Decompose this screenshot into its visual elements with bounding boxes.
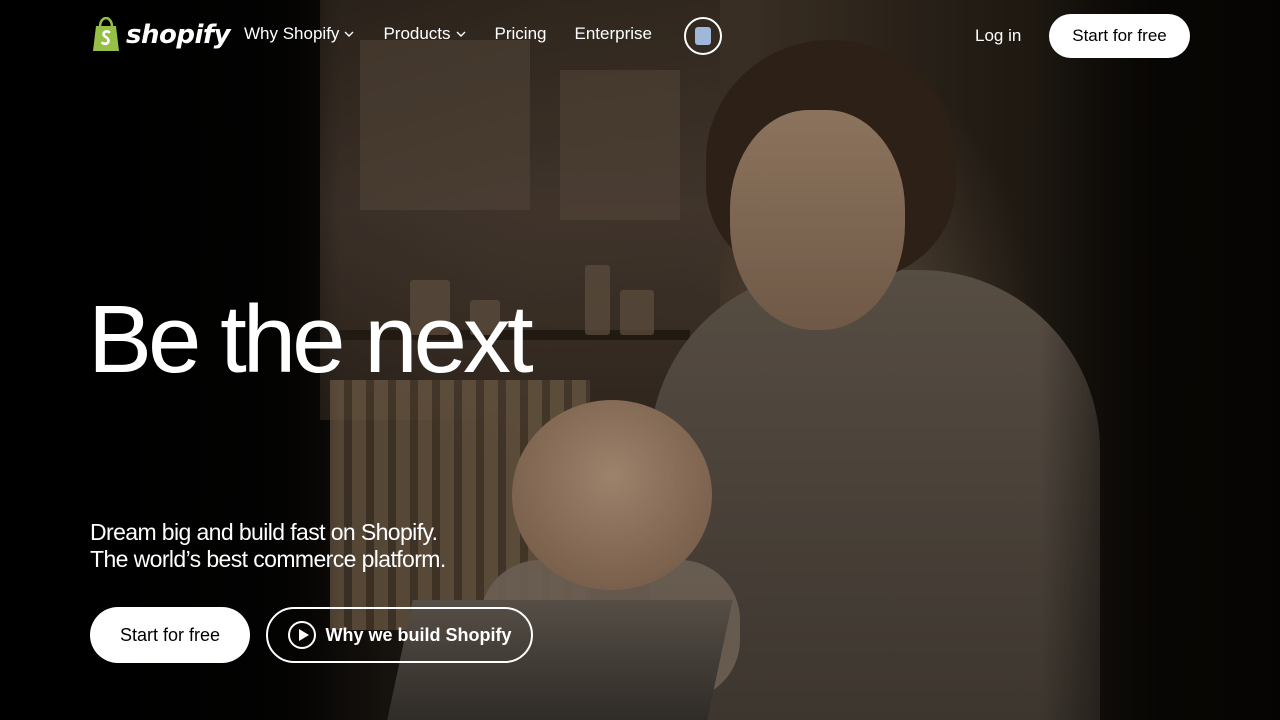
hero-subline-2: The world’s best commerce platform.	[90, 546, 446, 572]
hero-headline: Be the next	[88, 286, 534, 393]
why-we-build-video-button[interactable]: Why we build Shopify	[266, 607, 533, 663]
chevron-down-icon	[456, 31, 466, 37]
nav-item-products[interactable]: Products	[383, 24, 466, 44]
why-we-build-label: Why we build Shopify	[325, 624, 512, 645]
shopify-bag-icon	[93, 17, 119, 51]
login-link[interactable]: Log in	[975, 26, 1021, 46]
nav-item-enterprise[interactable]: Enterprise	[575, 24, 652, 44]
hero-subline: Dream big and build fast on Shopify. The…	[90, 519, 446, 573]
nav-item-pricing[interactable]: Pricing	[495, 24, 547, 44]
nav-item-label: Enterprise	[574, 24, 652, 43]
logo-wordmark: shopify	[126, 20, 231, 50]
nav-item-label: Products	[383, 24, 451, 43]
nav-item-label: Why Shopify	[244, 24, 340, 43]
nav-item-label: Pricing	[494, 24, 547, 43]
shopify-logo[interactable]: shopify	[90, 17, 231, 53]
hero-subline-1: Dream big and build fast on Shopify.	[90, 519, 438, 545]
chevron-down-icon	[344, 31, 354, 37]
nav-item-why-shopify[interactable]: Why Shopify	[244, 24, 355, 44]
play-icon	[287, 621, 316, 649]
shop-app-button[interactable]	[684, 17, 722, 55]
nav-links: Why Shopify Products Pricing Enterprise	[244, 24, 680, 44]
shopping-bag-icon	[695, 27, 711, 45]
nav-start-free-button[interactable]: Start for free	[1049, 14, 1190, 58]
hero-start-free-button[interactable]: Start for free	[90, 607, 250, 663]
top-nav: shopify Why Shopify Products Pricing Ent…	[0, 0, 1280, 72]
